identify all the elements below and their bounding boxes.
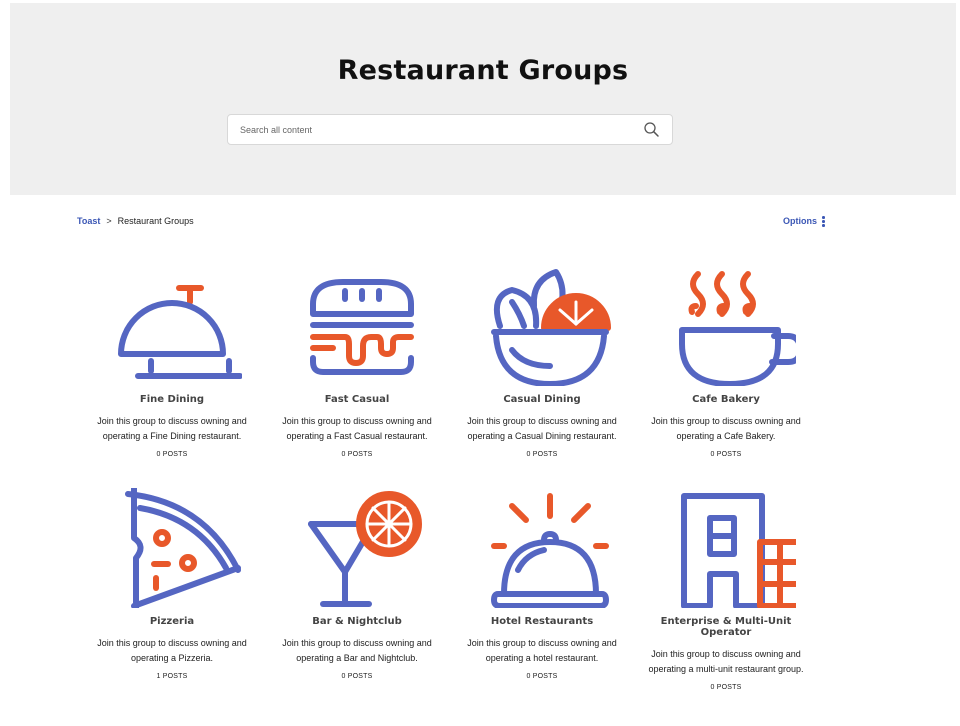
search-icon[interactable] — [642, 120, 662, 140]
group-description: Join this group to discuss owning and op… — [84, 414, 260, 444]
group-name: Cafe Bakery — [692, 394, 760, 405]
pizza-slice-icon — [125, 488, 241, 608]
kebab-icon — [822, 216, 825, 227]
group-card-bar-nightclub[interactable]: Bar & Nightclub Join this group to discu… — [269, 488, 445, 680]
group-description: Join this group to discuss owning and op… — [84, 636, 260, 666]
group-name: Bar & Nightclub — [312, 616, 402, 627]
description-line: operating a Fine Dining restaurant. — [102, 431, 242, 441]
group-name: Fine Dining — [139, 394, 205, 405]
group-description: Join this group to discuss owning and op… — [454, 414, 630, 444]
post-count: 0 POSTS — [710, 451, 742, 458]
search-input[interactable] — [228, 115, 628, 144]
description-line: operating a Bar and Nightclub. — [296, 653, 418, 663]
group-card-hotel-restaurants[interactable]: Hotel Restaurants Join this group to dis… — [454, 488, 630, 680]
post-count: 0 POSTS — [341, 673, 373, 680]
group-card-fine-dining[interactable]: Fine Dining Join this group to discuss o… — [84, 266, 260, 458]
service-bell-icon — [118, 285, 242, 379]
description-line: Join this group to discuss owning and — [282, 416, 432, 426]
description-line: operating a Casual Dining restaurant. — [467, 431, 617, 441]
post-count: 0 POSTS — [526, 673, 558, 680]
post-count: 0 POSTS — [526, 451, 558, 458]
post-count: 0 POSTS — [341, 451, 373, 458]
group-name: Casual Dining — [503, 394, 581, 405]
group-description: Join this group to discuss owning and op… — [638, 647, 814, 677]
description-line: operating a Pizzeria. — [130, 653, 214, 663]
group-card-enterprise-multi-unit[interactable]: Enterprise & Multi-Unit Operator Join th… — [638, 488, 814, 691]
group-name: Fast Casual — [324, 394, 390, 405]
breadcrumb: Toast > Restaurant Groups — [77, 216, 194, 226]
options-button[interactable]: Options — [783, 216, 825, 227]
description-line: operating a hotel restaurant. — [485, 653, 599, 663]
options-label: Options — [783, 216, 817, 227]
breadcrumb-separator: > — [106, 216, 112, 226]
breadcrumb-link-toast[interactable]: Toast — [77, 216, 100, 226]
group-description: Join this group to discuss owning and op… — [269, 636, 445, 666]
salad-bowl-icon — [491, 269, 611, 386]
description-line: operating a Cafe Bakery. — [676, 431, 776, 441]
cloche-icon — [491, 493, 609, 608]
description-line: Join this group to discuss owning and — [467, 416, 617, 426]
search-box — [227, 114, 673, 145]
breadcrumb-current: Restaurant Groups — [117, 216, 194, 226]
description-line: Join this group to discuss owning and — [97, 638, 247, 648]
hero-banner: Restaurant Groups — [10, 3, 956, 195]
group-card-fast-casual[interactable]: Fast Casual Join this group to discuss o… — [269, 266, 445, 458]
cocktail-icon — [308, 491, 422, 607]
burger-icon — [310, 279, 414, 375]
post-count: 0 POSTS — [710, 684, 742, 691]
group-name: Hotel Restaurants — [490, 616, 594, 627]
buildings-icon — [681, 493, 796, 608]
post-count: 0 POSTS — [156, 451, 188, 458]
description-line: operating a multi-unit restaurant group. — [648, 664, 804, 674]
coffee-cup-icon — [679, 271, 796, 386]
description-line: Join this group to discuss owning and — [282, 638, 432, 648]
group-description: Join this group to discuss owning and op… — [454, 636, 630, 666]
page-title: Restaurant Groups — [337, 55, 629, 86]
group-name: Enterprise & Multi-Unit Operator — [660, 616, 792, 638]
group-card-cafe-bakery[interactable]: Cafe Bakery Join this group to discuss o… — [638, 266, 814, 458]
group-name: Pizzeria — [149, 616, 195, 627]
description-line: Join this group to discuss owning and — [467, 638, 617, 648]
post-count: 1 POSTS — [156, 673, 188, 680]
description-line: Join this group to discuss owning and — [651, 649, 801, 659]
group-card-pizzeria[interactable]: Pizzeria Join this group to discuss owni… — [84, 488, 260, 680]
description-line: Join this group to discuss owning and — [651, 416, 801, 426]
group-description: Join this group to discuss owning and op… — [269, 414, 445, 444]
description-line: operating a Fast Casual restaurant. — [286, 431, 428, 441]
group-card-casual-dining[interactable]: Casual Dining Join this group to discuss… — [454, 266, 630, 458]
description-line: Join this group to discuss owning and — [97, 416, 247, 426]
group-description: Join this group to discuss owning and op… — [638, 414, 814, 444]
